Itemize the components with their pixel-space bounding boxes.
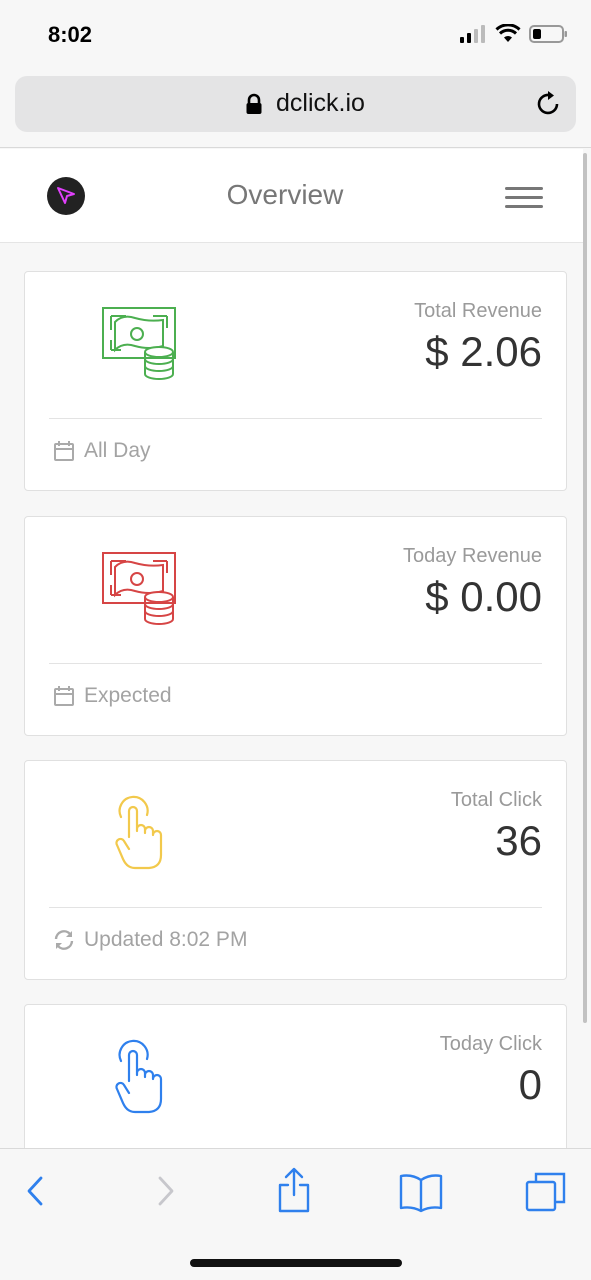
calendar-icon bbox=[54, 686, 74, 706]
back-icon[interactable] bbox=[22, 1171, 48, 1211]
lock-icon bbox=[246, 93, 262, 114]
screen: 8:02 dclick.io Overview Total Revenue $ … bbox=[0, 0, 591, 1280]
today-revenue-card: Today Revenue $ 0.00 Expected bbox=[24, 516, 567, 736]
hand-pointer-icon bbox=[115, 1039, 163, 1114]
url-text: dclick.io bbox=[276, 89, 365, 117]
card-label: Total Click bbox=[450, 789, 542, 811]
card-footer-text: All Day bbox=[84, 439, 151, 462]
wifi-icon bbox=[495, 24, 521, 42]
scrollbar[interactable] bbox=[583, 153, 587, 1023]
battery-icon bbox=[529, 25, 567, 43]
hand-pointer-icon bbox=[115, 795, 163, 870]
status-icons bbox=[459, 24, 569, 44]
card-value: $ 2.06 bbox=[425, 328, 542, 375]
card-footer: All Day bbox=[53, 439, 151, 463]
url-bar[interactable]: dclick.io bbox=[15, 76, 576, 132]
divider bbox=[49, 418, 542, 419]
card-value: $ 0.00 bbox=[425, 573, 542, 620]
home-indicator bbox=[190, 1259, 402, 1267]
browser-chrome: 8:02 dclick.io bbox=[0, 0, 591, 148]
hamburger-menu-button[interactable] bbox=[505, 187, 543, 211]
signal-icon bbox=[460, 25, 485, 43]
page-title: Overview bbox=[226, 179, 344, 210]
menu-line bbox=[505, 196, 543, 199]
total-click-card: Total Click 36 Updated 8:02 PM bbox=[24, 760, 567, 980]
card-label: Today Revenue bbox=[403, 545, 542, 567]
share-icon[interactable] bbox=[276, 1167, 312, 1213]
money-coins-icon bbox=[102, 307, 176, 380]
status-time: 8:02 bbox=[48, 22, 93, 47]
card-footer-text: Updated 8:02 PM bbox=[84, 928, 248, 951]
card-value: 36 bbox=[495, 817, 542, 864]
bookmarks-icon[interactable] bbox=[398, 1173, 444, 1213]
refresh-icon bbox=[54, 930, 74, 950]
card-footer: Updated 8:02 PM bbox=[53, 928, 247, 952]
tabs-icon[interactable] bbox=[524, 1170, 568, 1214]
card-value: 0 bbox=[518, 1061, 542, 1108]
app-header: Overview bbox=[0, 149, 583, 243]
menu-line bbox=[505, 187, 543, 190]
card-label: Today Click bbox=[439, 1033, 542, 1055]
money-coins-icon bbox=[102, 552, 176, 625]
forward-icon[interactable] bbox=[153, 1171, 179, 1211]
menu-line bbox=[505, 205, 543, 208]
divider bbox=[49, 907, 542, 908]
total-revenue-card: Total Revenue $ 2.06 All Day bbox=[24, 271, 567, 491]
divider bbox=[49, 663, 542, 664]
card-label: Total Revenue bbox=[414, 300, 542, 322]
card-footer-text: Expected bbox=[84, 684, 172, 707]
reload-icon[interactable] bbox=[536, 90, 562, 118]
card-footer: Expected bbox=[53, 684, 172, 708]
calendar-icon bbox=[54, 441, 74, 461]
